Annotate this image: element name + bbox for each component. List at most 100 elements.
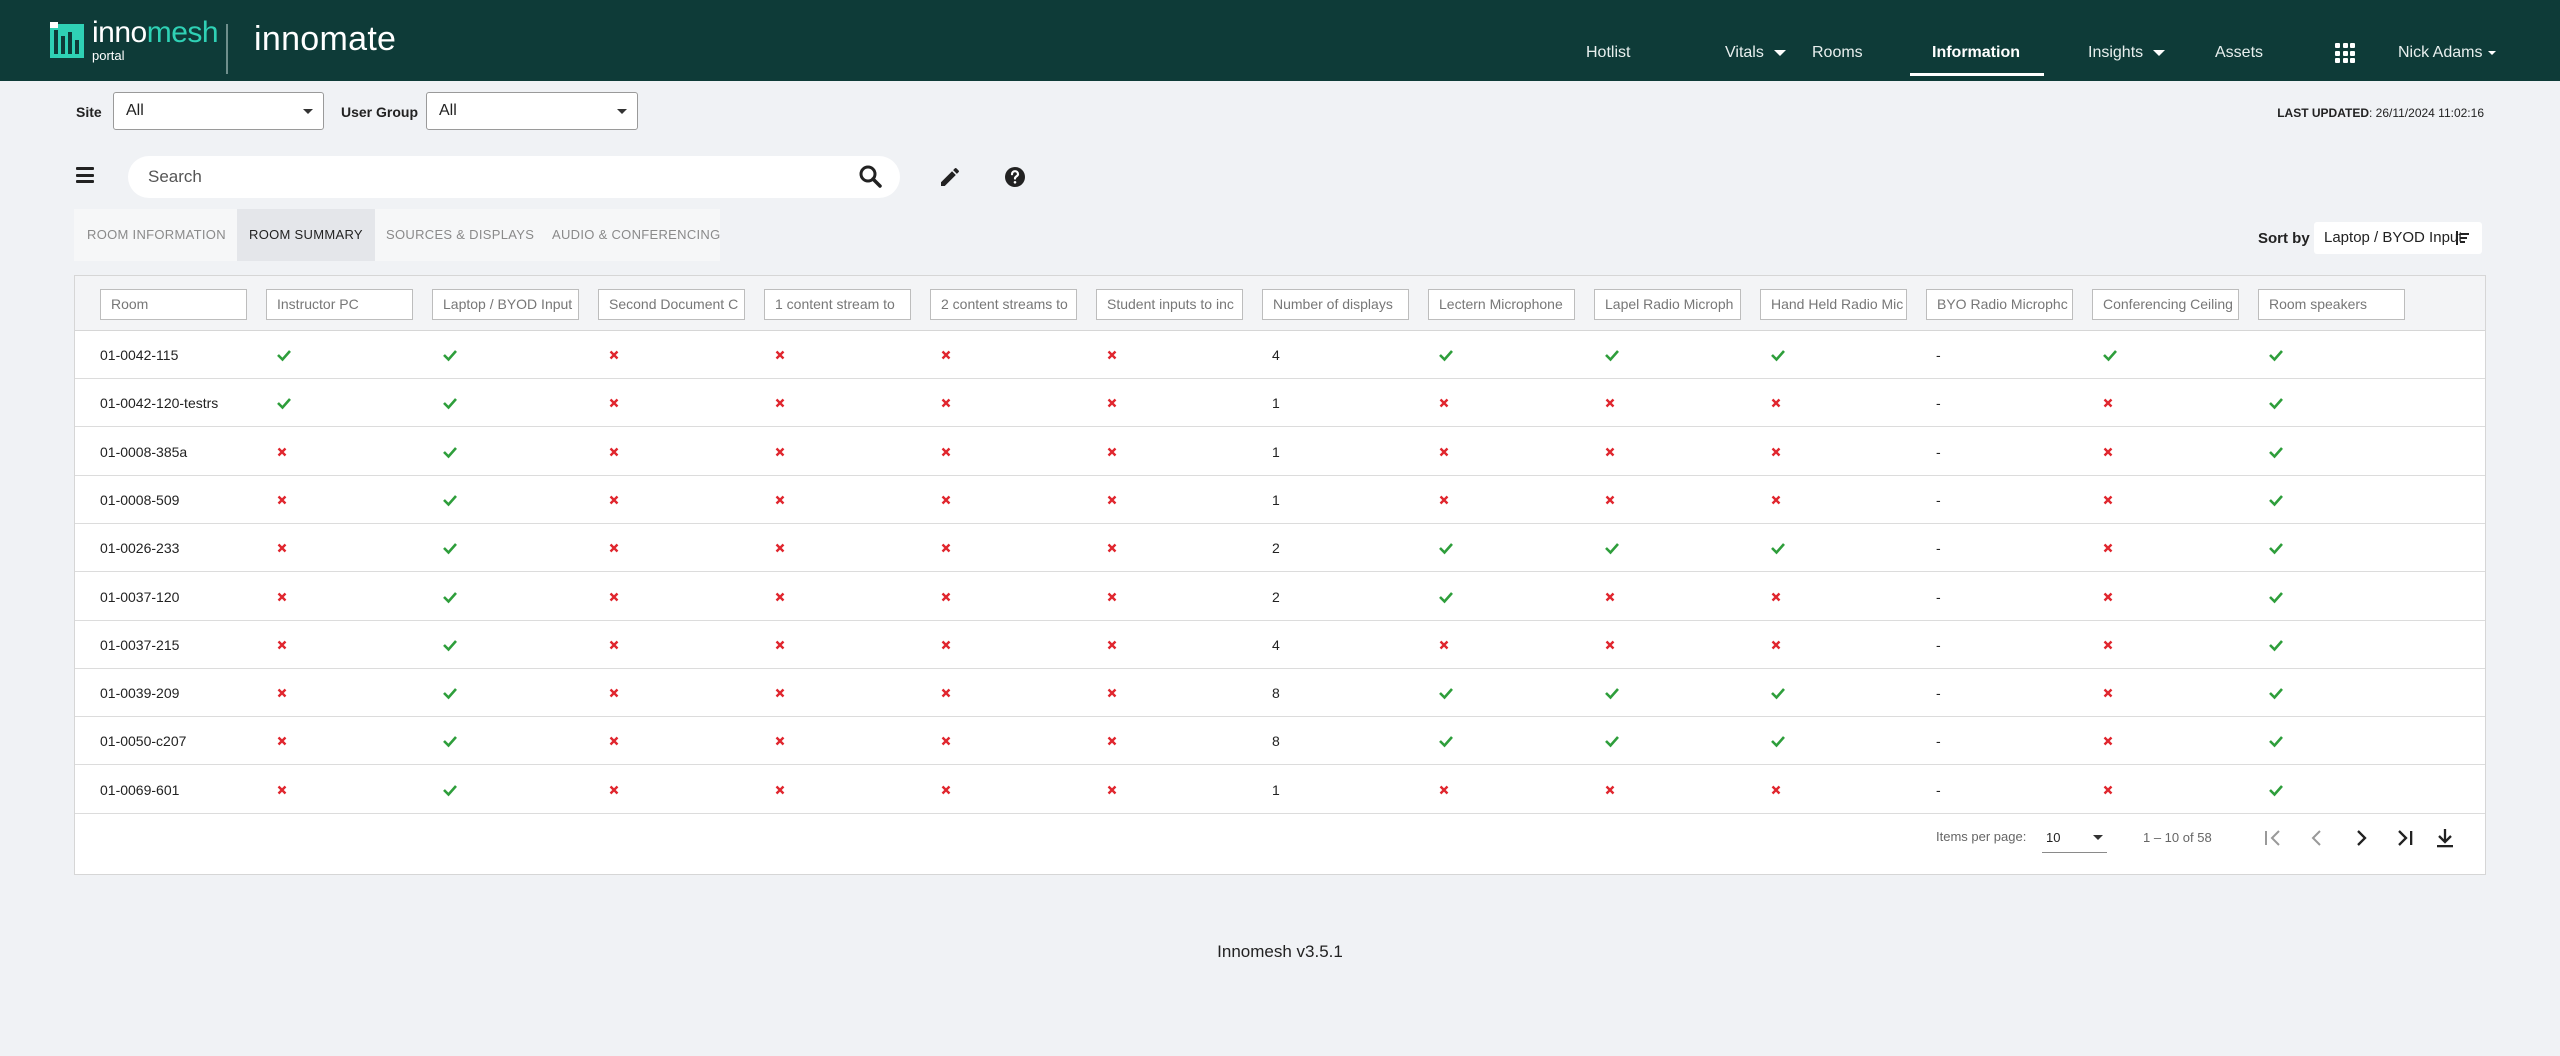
column-filter-input[interactable]: Laptop / BYOD Input bbox=[432, 289, 579, 320]
check-icon bbox=[1438, 669, 1454, 717]
site-select[interactable]: All bbox=[113, 92, 324, 130]
user-group-select-value: All bbox=[439, 102, 457, 119]
nav-item-insights[interactable]: Insights bbox=[2088, 0, 2166, 81]
room-name-cell[interactable]: 01-0042-120-testrs bbox=[100, 379, 218, 427]
logo-mark-icon bbox=[50, 22, 84, 58]
nav-item-information[interactable]: Information bbox=[1932, 0, 2020, 81]
nav-item-assets[interactable]: Assets bbox=[2215, 0, 2263, 81]
room-name-cell[interactable]: 01-0039-209 bbox=[100, 669, 179, 717]
cross-icon bbox=[608, 379, 620, 427]
check-icon bbox=[2268, 428, 2284, 476]
room-name-cell[interactable]: 01-0037-120 bbox=[100, 573, 179, 621]
cross-icon bbox=[940, 476, 952, 524]
nav-item-label: Hotlist bbox=[1586, 44, 1631, 61]
room-name-cell[interactable]: 01-0042-115 bbox=[100, 331, 178, 379]
next-page-icon[interactable] bbox=[2349, 825, 2373, 851]
table-row[interactable]: 01-0026-233 2 - bbox=[75, 524, 2485, 573]
column-filter-input[interactable]: Number of displays bbox=[1262, 289, 1409, 320]
table-row[interactable]: 01-0042-115 4 - bbox=[75, 331, 2485, 379]
user-menu[interactable]: Nick Adams bbox=[2398, 0, 2497, 81]
chevron-down-icon bbox=[2093, 835, 2103, 840]
download-icon[interactable] bbox=[2433, 825, 2457, 851]
room-name-cell[interactable]: 01-0008-385a bbox=[100, 428, 187, 476]
search-input[interactable] bbox=[148, 165, 828, 189]
table-row[interactable]: 01-0069-601 1 - bbox=[75, 766, 2485, 814]
nav-item-rooms[interactable]: Rooms bbox=[1812, 0, 1863, 81]
sort-icon[interactable] bbox=[2456, 230, 2470, 246]
check-icon bbox=[276, 331, 292, 379]
cross-icon bbox=[1106, 524, 1118, 572]
chevron-down-icon bbox=[1773, 49, 1786, 56]
column-filter-input[interactable]: 2 content streams to bbox=[930, 289, 1077, 320]
check-icon bbox=[2268, 524, 2284, 572]
empty-value: - bbox=[1936, 491, 1941, 508]
previous-page-icon[interactable] bbox=[2305, 825, 2329, 851]
cross-icon bbox=[774, 573, 786, 621]
check-icon bbox=[442, 331, 458, 379]
room-name-cell[interactable]: 01-0008-509 bbox=[100, 476, 179, 524]
items-per-page-select[interactable]: 10 bbox=[2042, 825, 2107, 853]
cross-icon bbox=[2102, 766, 2114, 814]
table-row[interactable]: 01-0008-385a 1 - bbox=[75, 428, 2485, 476]
table-row[interactable]: 01-0042-120-testrs 1 - bbox=[75, 379, 2485, 428]
nav-item-vitals[interactable]: Vitals bbox=[1725, 0, 1786, 81]
chevron-down-icon bbox=[617, 109, 627, 114]
column-filter-input[interactable]: 1 content stream to bbox=[764, 289, 911, 320]
cross-icon bbox=[1438, 621, 1450, 669]
room-name-cell[interactable]: 01-0069-601 bbox=[100, 766, 179, 814]
cross-icon bbox=[608, 766, 620, 814]
cross-icon bbox=[1438, 476, 1450, 524]
tab-room-information[interactable]: ROOM INFORMATION bbox=[75, 209, 238, 261]
cross-icon bbox=[774, 428, 786, 476]
table-row[interactable]: 01-0039-209 8 - bbox=[75, 669, 2485, 718]
help-icon[interactable] bbox=[1003, 165, 1027, 189]
last-page-icon[interactable] bbox=[2393, 825, 2417, 851]
first-page-icon[interactable] bbox=[2261, 825, 2285, 851]
tab-room-summary[interactable]: ROOM SUMMARY bbox=[237, 209, 375, 261]
cross-icon bbox=[1770, 766, 1782, 814]
check-icon bbox=[1604, 331, 1620, 379]
table-row[interactable]: 01-0037-120 2 - bbox=[75, 573, 2485, 621]
table-row[interactable]: 01-0037-215 4 - bbox=[75, 621, 2485, 669]
table-row[interactable]: 01-0008-509 1 - bbox=[75, 476, 2485, 524]
cross-icon bbox=[608, 524, 620, 572]
tab-audio-conferencing[interactable]: AUDIO & CONFERENCING bbox=[540, 209, 733, 261]
column-filter-input[interactable]: Lectern Microphone bbox=[1428, 289, 1575, 320]
column-filter-input[interactable]: BYO Radio Microphc bbox=[1926, 289, 2073, 320]
column-filter-input[interactable]: Hand Held Radio Mic bbox=[1760, 289, 1907, 320]
empty-value: - bbox=[1936, 733, 1941, 750]
display-count: 1 bbox=[1272, 443, 1280, 460]
cross-icon bbox=[2102, 717, 2114, 765]
cross-icon bbox=[608, 331, 620, 379]
room-name-cell[interactable]: 01-0050-c207 bbox=[100, 717, 186, 765]
brand-name[interactable]: innomate bbox=[254, 20, 396, 59]
innomesh-logo[interactable]: innomesh portal bbox=[50, 18, 219, 62]
room-name-cell[interactable]: 01-0037-215 bbox=[100, 621, 179, 669]
apps-grid-icon[interactable] bbox=[2335, 43, 2355, 63]
table-row[interactable]: 01-0050-c207 8 - bbox=[75, 717, 2485, 766]
nav-item-hotlist[interactable]: Hotlist bbox=[1586, 0, 1630, 81]
cross-icon bbox=[1438, 766, 1450, 814]
column-filter-input[interactable]: Conferencing Ceiling bbox=[2092, 289, 2239, 320]
search-icon[interactable] bbox=[858, 164, 882, 188]
menu-icon[interactable] bbox=[76, 167, 94, 183]
column-filter-input[interactable]: Lapel Radio Microph bbox=[1594, 289, 1741, 320]
cross-icon bbox=[1106, 717, 1118, 765]
check-icon bbox=[442, 476, 458, 524]
logo-text: inno bbox=[92, 16, 147, 49]
column-filter-input[interactable]: Room speakers bbox=[2258, 289, 2405, 320]
pencil-icon[interactable] bbox=[938, 165, 962, 189]
column-filter-input[interactable]: Second Document C bbox=[598, 289, 745, 320]
cross-icon bbox=[276, 717, 288, 765]
check-icon bbox=[1770, 717, 1786, 765]
column-filter-input[interactable]: Student inputs to inc bbox=[1096, 289, 1243, 320]
cross-icon bbox=[2102, 379, 2114, 427]
column-filter-input[interactable]: Instructor PC bbox=[266, 289, 413, 320]
tab-sources-displays[interactable]: SOURCES & DISPLAYS bbox=[374, 209, 546, 261]
check-icon bbox=[442, 573, 458, 621]
room-name-cell[interactable]: 01-0026-233 bbox=[100, 524, 179, 572]
column-filter-input[interactable]: Room bbox=[100, 289, 247, 320]
user-group-select[interactable]: All bbox=[426, 92, 638, 130]
logo-divider bbox=[226, 24, 228, 74]
display-count: 1 bbox=[1272, 781, 1280, 798]
